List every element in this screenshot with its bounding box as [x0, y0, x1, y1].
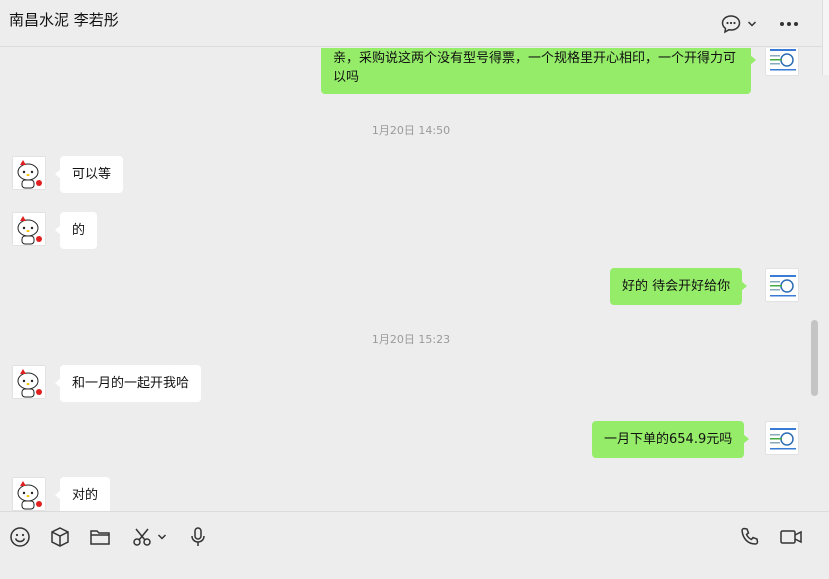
- input-toolbar: [0, 511, 829, 579]
- outgoing-message[interactable]: 亲，采购说这两个没有型号得票，一个规格里开心相印，一个开得力可以吗: [321, 48, 756, 94]
- scrollbar-thumb[interactable]: [811, 320, 818, 396]
- more-icon[interactable]: [779, 21, 799, 27]
- chat-title: 南昌水泥 李若彤: [9, 11, 119, 29]
- incoming-message[interactable]: 的: [54, 212, 98, 249]
- folder-icon[interactable]: [89, 526, 111, 548]
- contact-avatar[interactable]: [12, 365, 46, 399]
- chevron-down-icon[interactable]: [157, 532, 167, 542]
- timestamp: 1月20日 15:23: [371, 333, 451, 346]
- emoji-icon[interactable]: [9, 526, 31, 548]
- box-icon[interactable]: [49, 526, 71, 548]
- incoming-message[interactable]: 对的: [54, 477, 111, 511]
- contact-avatar[interactable]: [12, 156, 46, 190]
- side-panel-edge: [822, 0, 829, 75]
- message-list[interactable]: 亲，采购说这两个没有型号得票，一个规格里开心相印，一个开得力可以吗 1月20日 …: [0, 48, 822, 511]
- timestamp: 1月20日 14:50: [371, 124, 451, 137]
- outgoing-message[interactable]: 好的 待会开好给你: [610, 268, 748, 305]
- incoming-message[interactable]: 可以等: [54, 156, 124, 193]
- outgoing-message[interactable]: 一月下单的654.9元吗: [592, 421, 750, 458]
- microphone-icon[interactable]: [187, 526, 209, 548]
- contact-avatar[interactable]: [12, 477, 46, 511]
- scissors-icon[interactable]: [131, 526, 153, 548]
- my-avatar[interactable]: [765, 268, 799, 302]
- phone-icon[interactable]: [739, 526, 761, 548]
- chevron-down-icon[interactable]: [747, 19, 757, 29]
- my-avatar[interactable]: [765, 48, 799, 76]
- my-avatar[interactable]: [765, 421, 799, 455]
- chat-header: 南昌水泥 李若彤: [0, 0, 829, 47]
- chat-bubble-icon[interactable]: [721, 14, 741, 34]
- incoming-message[interactable]: 和一月的一起开我哈: [54, 365, 202, 402]
- contact-avatar[interactable]: [12, 212, 46, 246]
- video-call-icon[interactable]: [779, 526, 803, 548]
